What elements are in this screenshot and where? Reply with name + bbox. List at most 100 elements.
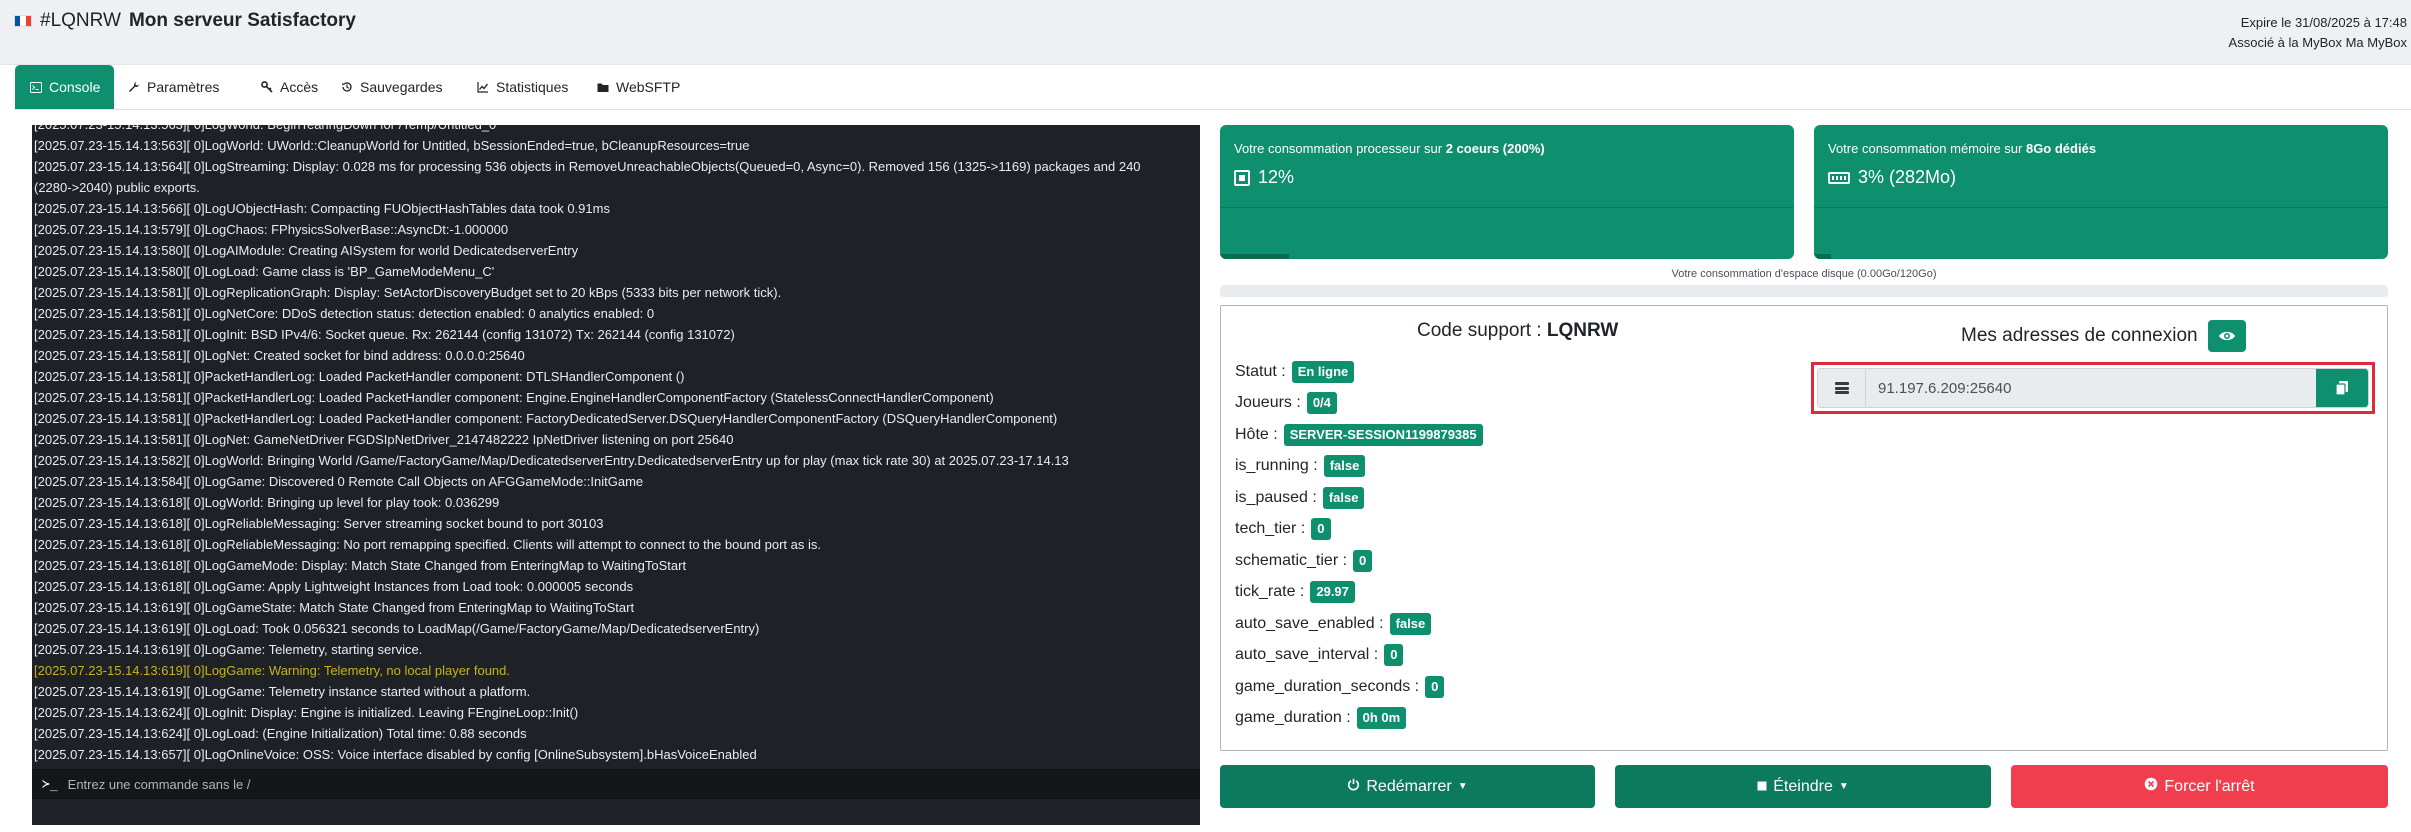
restart-button[interactable]: Redémarrer ▼ [1220, 765, 1595, 808]
status-badge: 29.97 [1310, 581, 1355, 604]
tab-acces[interactable]: Accès [246, 65, 332, 109]
console-line: [2025.07.23-15.14.13:618][ 0]LogWorld: B… [34, 495, 500, 510]
tab-label: Statistiques [496, 79, 569, 95]
tab-statistiques[interactable]: Statistiques [462, 65, 582, 109]
status-key: Hôte : [1235, 425, 1278, 443]
console-line: [2025.07.23-15.14.13:580][ 0]LogLoad: Ga… [34, 264, 495, 279]
console-line: [2025.07.23-15.14.13:581][ 0]LogNetCore:… [34, 306, 655, 321]
status-row: is_paused : false [1235, 482, 1483, 514]
memory-usage-card: Votre consommation mémoire sur 8Go dédié… [1814, 125, 2388, 259]
server-status-list: Statut : En ligne Joueurs : 0/4 Hôte : SERVER… [1235, 356, 1483, 734]
console-line: [2025.07.23-15.14.13:584][ 0]LogGame: Di… [34, 474, 644, 489]
key-icon [260, 81, 274, 93]
status-row: Joueurs : 0/4 [1235, 388, 1483, 420]
status-row: Hôte : SERVER-SESSION1199879385 [1235, 419, 1483, 451]
console-line: [2025.07.23-15.14.13:624][ 0]LogInit: Di… [34, 705, 579, 720]
disk-usage-label: Votre consommation d'espace disque (0.00… [1671, 268, 1937, 280]
status-key: tech_tier : [1235, 520, 1306, 538]
status-key: Joueurs : [1235, 394, 1301, 412]
tab-label: WebSFTP [616, 79, 681, 95]
show-addresses-button[interactable] [2207, 320, 2246, 352]
support-code-value: LQNRW [1546, 320, 1619, 341]
copy-address-button[interactable] [2316, 369, 2368, 407]
status-key: Statut : [1235, 362, 1286, 380]
tab-label: Console [49, 79, 101, 95]
console-line: [2025.07.23-15.14.13:563][ 0]LogWorld: B… [34, 125, 1180, 135]
status-key: game_duration : [1235, 709, 1351, 727]
status-key: is_paused : [1235, 488, 1317, 506]
stop-button[interactable]: Éteindre ▼ [1615, 765, 1991, 808]
console-line: [2025.07.23-15.14.13:581][ 0]LogNet: Gam… [34, 432, 734, 447]
command-bar: ≻_ [32, 769, 1200, 799]
command-input[interactable] [67, 776, 1200, 792]
status-badge: 0h 0m [1356, 707, 1407, 730]
tab-divider [15, 109, 2411, 110]
collapse-console-toggle[interactable]: › [1183, 433, 1197, 455]
card-divider [1814, 207, 2388, 208]
cpu-chip-icon [1234, 169, 1250, 186]
status-row: Statut : En ligne [1235, 356, 1483, 388]
tab-sauvegardes[interactable]: Sauvegardes [326, 65, 457, 109]
force-stop-button[interactable]: Forcer l'arrêt [2011, 765, 2388, 808]
disk-usage-bar [1220, 285, 2388, 297]
status-badge: 0 [1311, 518, 1331, 541]
status-row: is_running : false [1235, 451, 1483, 483]
mybox-association: Associé à la MyBox Ma MyBox [2228, 35, 2407, 50]
console-line: [2025.07.23-15.14.13:564][ 0]LogStreamin… [34, 159, 1145, 195]
server-id: #LQNRW [40, 10, 121, 31]
chevron-down-icon: ▼ [1838, 781, 1849, 792]
status-badge: SERVER-SESSION1199879385 [1283, 423, 1483, 446]
console-line: [2025.07.23-15.14.13:579][ 0]LogChaos: F… [34, 222, 509, 237]
status-key: is_running : [1235, 457, 1318, 475]
history-icon [340, 81, 354, 93]
tab-console[interactable]: Console [15, 65, 115, 109]
console-line: [2025.07.23-15.14.13:618][ 0]LogGameMode… [34, 558, 687, 573]
status-row: schematic_tier : 0 [1235, 545, 1483, 577]
stop-icon [1757, 778, 1767, 796]
status-row: auto_save_enabled : false [1235, 608, 1483, 640]
status-row: game_duration : 0h 0m [1235, 703, 1483, 735]
console-line: [2025.07.23-15.14.13:619][ 0]LogGame: Te… [34, 684, 531, 699]
console-line: [2025.07.23-15.14.13:619][ 0]LogGameStat… [34, 600, 635, 615]
tab-websftp[interactable]: WebSFTP [582, 65, 694, 109]
cpu-label: Votre consommation processeur sur 2 coeu… [1234, 141, 1545, 156]
status-badge: false [1389, 612, 1432, 635]
power-icon [1347, 778, 1360, 796]
france-flag-icon [14, 15, 32, 27]
status-key: game_duration_seconds : [1235, 677, 1420, 695]
memory-label: Votre consommation mémoire sur 8Go dédié… [1828, 141, 2097, 156]
status-key: schematic_tier : [1235, 551, 1348, 569]
status-row: tick_rate : 29.97 [1235, 577, 1483, 609]
server-info-panel: Code support : LQNRW Statut : En ligne Jou… [1220, 305, 2388, 751]
console-line: [2025.07.23-15.14.13:581][ 0]LogInit: BS… [34, 327, 735, 342]
server-stack-icon [1818, 369, 1866, 407]
memory-usage-bar [1814, 254, 1832, 259]
console-line: [2025.07.23-15.14.13:581][ 0]PacketHandl… [34, 411, 1058, 426]
console-line: [2025.07.23-15.14.13:580][ 0]LogAIModule… [34, 243, 579, 258]
status-badge: 0 [1425, 675, 1445, 698]
connection-addresses-title: Mes adresses de connexion [1961, 320, 2246, 352]
console-line: [2025.07.23-15.14.13:618][ 0]LogReliable… [34, 537, 821, 552]
chevron-down-icon: ▼ [1457, 781, 1468, 792]
status-row: game_duration_seconds : 0 [1235, 671, 1483, 703]
cpu-value: 12% [1234, 167, 1294, 188]
console-panel: [2025.07.23-15.14.13:563][ 0]LogWorld: B… [32, 125, 1200, 825]
console-line: [2025.07.23-15.14.13:618][ 0]LogGame: Ap… [34, 579, 634, 594]
cpu-usage-bar [1220, 254, 1289, 259]
eye-icon [2218, 331, 2235, 341]
page-header: #LQNRW Mon serveur Satisfactory Expire le… [0, 0, 2411, 64]
wrench-icon [127, 81, 141, 93]
status-key: auto_save_interval : [1235, 646, 1379, 664]
tab-label: Accès [280, 79, 319, 95]
tab-parametres[interactable]: Paramètres [113, 65, 233, 109]
status-badge: En ligne [1291, 360, 1355, 383]
status-key: auto_save_enabled : [1235, 614, 1384, 632]
console-log[interactable]: [2025.07.23-15.14.13:563][ 0]LogWorld: B… [32, 125, 1182, 764]
terminal-icon [29, 81, 43, 93]
folder-icon [596, 82, 610, 93]
expiry-info: Expire le 31/08/2025 à 17:48 Associé à l… [2229, 13, 2407, 53]
console-line: [2025.07.23-15.14.13:619][ 0]LogGame: Te… [34, 642, 423, 657]
connection-address-field[interactable]: 91.197.6.209:25640 [1866, 369, 2316, 407]
status-badge: 0/4 [1306, 392, 1337, 415]
status-badge: 0 [1384, 644, 1404, 667]
